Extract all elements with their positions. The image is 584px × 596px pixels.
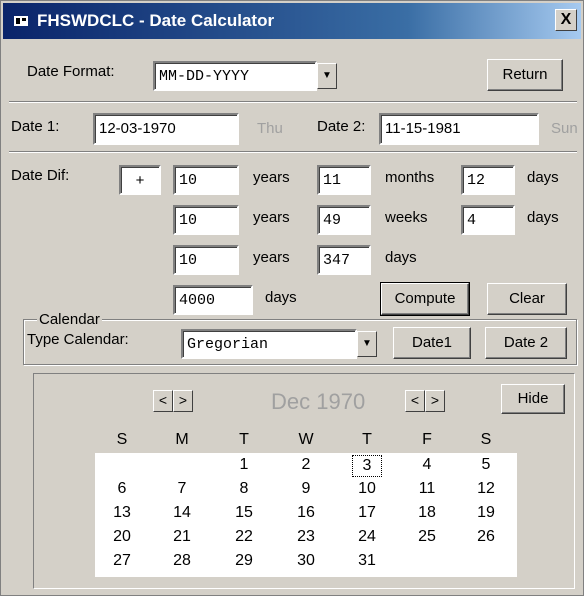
calendar-day[interactable]: 1	[229, 455, 259, 475]
compute-button[interactable]: Compute	[380, 282, 470, 316]
weeks-field[interactable]: 49	[317, 205, 371, 235]
years-field-2[interactable]: 10	[173, 205, 239, 235]
weekday-header: W	[298, 431, 314, 448]
calendar-day[interactable]: 20	[107, 527, 137, 547]
years-field-1[interactable]: 10	[173, 165, 239, 195]
calendar-day[interactable]: 17	[352, 503, 382, 523]
date2-weekday: Sun	[551, 120, 578, 137]
calendar-day[interactable]: 15	[229, 503, 259, 523]
days-field-3[interactable]: 347	[317, 245, 371, 275]
hide-button[interactable]: Hide	[501, 384, 565, 414]
months-unit: months	[385, 169, 435, 186]
date-format-select[interactable]: MM-DD-YYYY	[153, 61, 317, 91]
weeks-unit: weeks	[385, 209, 428, 226]
years-unit-2: years	[253, 209, 290, 226]
date1-label: Date 1:	[11, 118, 60, 135]
date1-weekday: Thu	[257, 120, 283, 137]
title-bar[interactable]: FHSWDCLC - Date Calculator X	[3, 3, 581, 39]
calendar-day[interactable]: 21	[167, 527, 197, 547]
calendar-day[interactable]: 19	[471, 503, 501, 523]
weekday-header: S	[480, 431, 492, 448]
calendar-day[interactable]: 23	[291, 527, 321, 547]
type-calendar-label: Type Calendar:	[27, 331, 129, 348]
next-month-button-right[interactable]: >	[425, 390, 445, 412]
calendar-group-label: Calendar	[37, 311, 102, 328]
calendar-day[interactable]: 27	[107, 551, 137, 571]
calendar-day[interactable]: 4	[412, 455, 442, 475]
calendar-day[interactable]: 13	[107, 503, 137, 523]
weekday-header: S	[116, 431, 128, 448]
window-title: FHSWDCLC - Date Calculator	[37, 11, 275, 30]
chevron-down-icon[interactable]: ▼	[357, 331, 377, 357]
days-unit-3: days	[385, 249, 417, 266]
days-unit-1: days	[527, 169, 559, 186]
chevron-down-icon[interactable]: ▼	[317, 63, 337, 89]
years-unit-3: years	[253, 249, 290, 266]
calendar-day[interactable]: 12	[471, 479, 501, 499]
days-field-1[interactable]: 12	[461, 165, 515, 195]
calendar-day[interactable]: 10	[352, 479, 382, 499]
sign-field[interactable]: +	[119, 165, 161, 195]
total-days-field[interactable]: 4000	[173, 285, 253, 315]
date-calculator-window: FHSWDCLC - Date Calculator X Date Format…	[0, 0, 584, 596]
date1-input[interactable]: 12-03-1970	[93, 113, 239, 145]
calendar-day[interactable]: 3	[352, 455, 382, 477]
app-icon	[14, 16, 28, 26]
date-dif-label: Date Dif:	[11, 167, 70, 184]
calendar-type-select[interactable]: Gregorian	[181, 329, 357, 359]
calendar-day[interactable]: 5	[471, 455, 501, 475]
days-unit-2: days	[527, 209, 559, 226]
next-month-button-left[interactable]: >	[173, 390, 193, 412]
date2-input[interactable]: 11-15-1981	[379, 113, 539, 145]
weekday-header: T	[362, 431, 372, 448]
calendar-day[interactable]: 14	[167, 503, 197, 523]
calendar-day[interactable]: 30	[291, 551, 321, 571]
calendar-day[interactable]: 29	[229, 551, 259, 571]
prev-month-button-right[interactable]: <	[405, 390, 425, 412]
calendar-day[interactable]: 25	[412, 527, 442, 547]
calendar-day[interactable]: 11	[412, 479, 442, 499]
calendar-day[interactable]: 8	[229, 479, 259, 499]
prev-month-button-left[interactable]: <	[153, 390, 173, 412]
weekday-header: M	[175, 431, 189, 448]
years-unit-1: years	[253, 169, 290, 186]
close-button[interactable]: X	[555, 9, 577, 31]
date2-button[interactable]: Date 2	[485, 327, 567, 359]
years-field-3[interactable]: 10	[173, 245, 239, 275]
days-field-2[interactable]: 4	[461, 205, 515, 235]
clear-button[interactable]: Clear	[487, 283, 567, 315]
months-field[interactable]: 11	[317, 165, 371, 195]
calendar-day[interactable]: 18	[412, 503, 442, 523]
date1-button[interactable]: Date1	[393, 327, 471, 359]
divider	[9, 151, 577, 153]
calendar-day[interactable]: 26	[471, 527, 501, 547]
calendar-day[interactable]: 31	[352, 551, 382, 571]
divider	[9, 101, 577, 103]
date2-label: Date 2:	[317, 118, 366, 135]
calendar-day[interactable]: 6	[107, 479, 137, 499]
calendar-day[interactable]: 24	[352, 527, 382, 547]
weekday-header: T	[239, 431, 249, 448]
calendar-day[interactable]: 22	[229, 527, 259, 547]
total-days-unit: days	[265, 289, 297, 306]
date-format-label: Date Format:	[27, 63, 115, 80]
return-button[interactable]: Return	[487, 59, 563, 91]
month-year-title: Dec 1970	[271, 389, 366, 414]
calendar-day[interactable]: 28	[167, 551, 197, 571]
calendar-day[interactable]: 9	[291, 479, 321, 499]
calendar-day[interactable]: 7	[167, 479, 197, 499]
calendar-day[interactable]: 2	[291, 455, 321, 475]
weekday-header: F	[422, 431, 432, 448]
calendar-day[interactable]: 16	[291, 503, 321, 523]
